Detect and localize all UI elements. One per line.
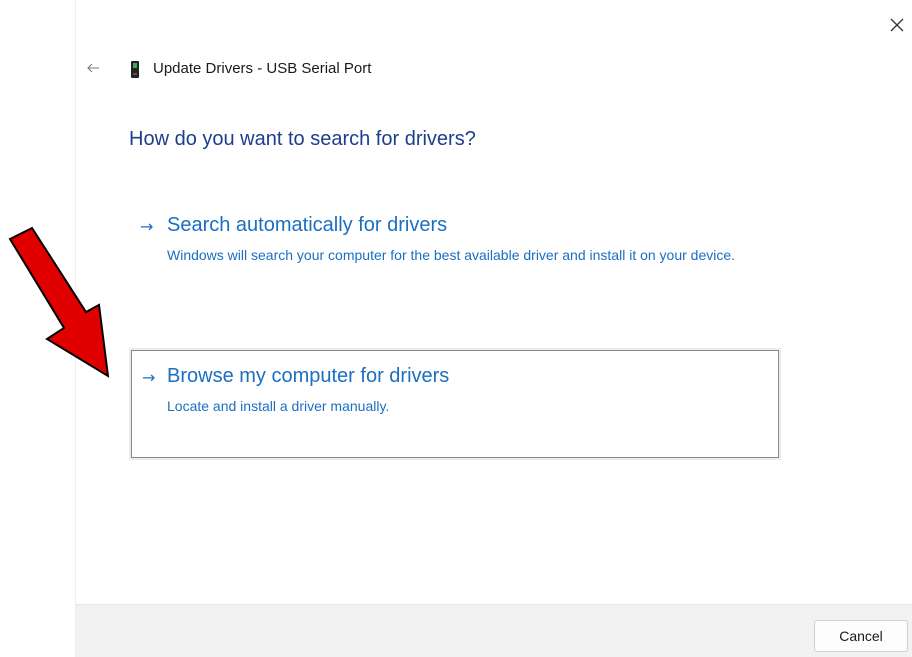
close-icon bbox=[890, 18, 904, 32]
back-button[interactable] bbox=[80, 55, 106, 81]
option-description: Locate and install a driver manually. bbox=[167, 398, 390, 414]
close-button[interactable] bbox=[884, 12, 910, 38]
option-description: Windows will search your computer for th… bbox=[167, 247, 736, 263]
option-title: Search automatically for drivers bbox=[167, 214, 448, 236]
back-arrow-icon bbox=[87, 63, 99, 73]
search-automatically-option[interactable]: → Search automatically for drivers Windo… bbox=[140, 214, 760, 294]
browse-computer-option[interactable]: → Browse my computer for drivers Locate … bbox=[131, 350, 779, 458]
update-drivers-dialog: Update Drivers - USB Serial Port How do … bbox=[0, 0, 912, 657]
cancel-button[interactable]: Cancel bbox=[814, 620, 908, 652]
arrow-right-icon: → bbox=[142, 368, 156, 387]
page-question: How do you want to search for drivers? bbox=[129, 128, 476, 150]
dialog-footer: Cancel bbox=[76, 604, 912, 657]
usb-device-icon bbox=[131, 61, 139, 78]
red-pointer-arrow bbox=[8, 226, 110, 378]
window-title: Update Drivers - USB Serial Port bbox=[153, 60, 372, 77]
arrow-right-icon: → bbox=[140, 217, 154, 236]
option-title: Browse my computer for drivers bbox=[167, 365, 450, 387]
